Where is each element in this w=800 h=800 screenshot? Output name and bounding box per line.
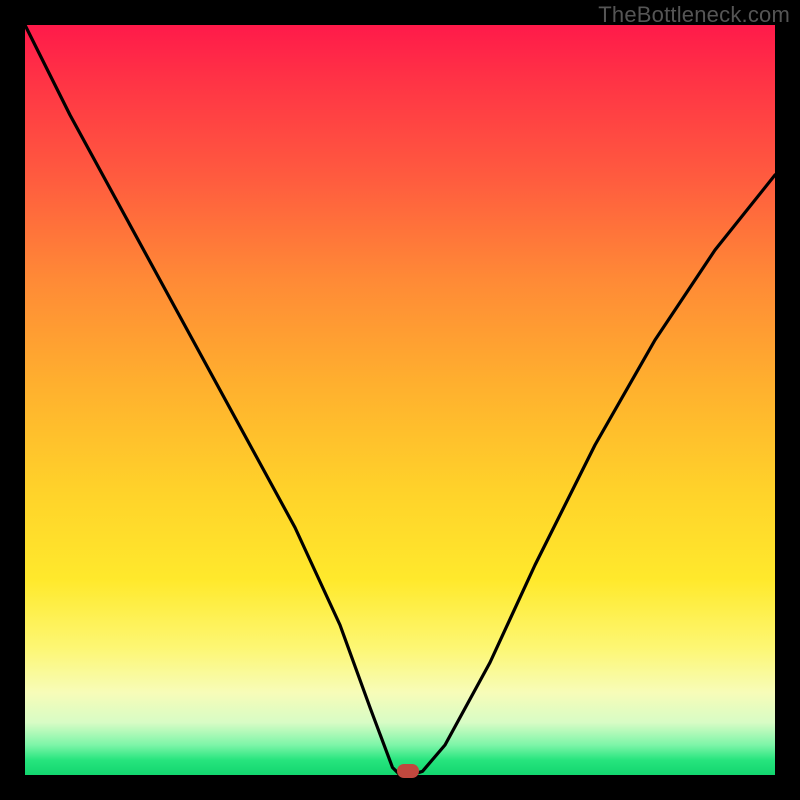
watermark-text: TheBottleneck.com — [598, 2, 790, 28]
gradient-plot-area — [25, 25, 775, 775]
chart-frame: TheBottleneck.com — [0, 0, 800, 800]
optimal-marker — [397, 764, 419, 778]
bottleneck-curve — [25, 25, 775, 775]
curve-svg — [25, 25, 775, 775]
